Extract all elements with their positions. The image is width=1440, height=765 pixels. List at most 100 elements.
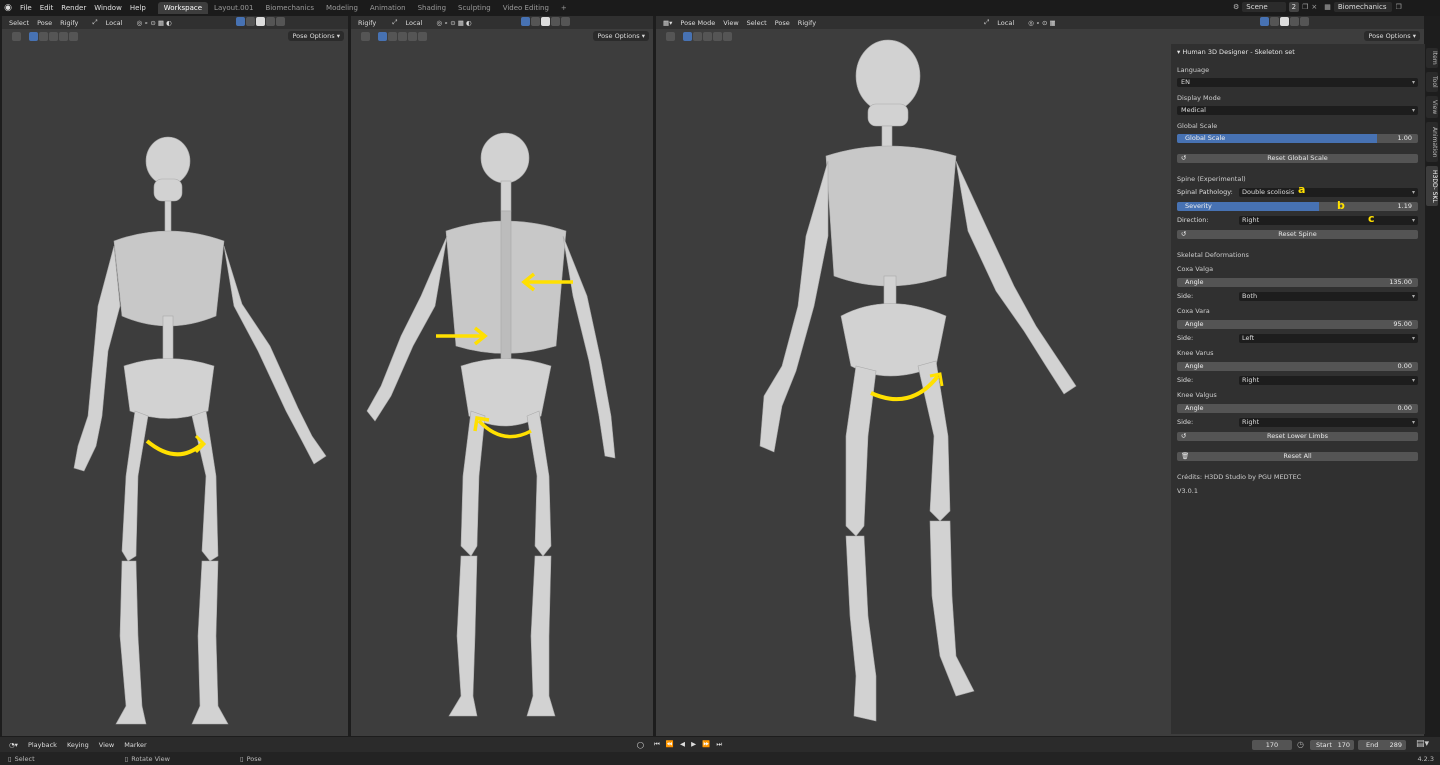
reset-icon: ↺ <box>1181 230 1187 238</box>
menu-keying[interactable]: Keying <box>62 741 94 749</box>
copy-scene-icon[interactable]: ❐ <box>1302 3 1308 11</box>
chevron-down-icon: ▾ <box>1411 79 1415 86</box>
add-workspace-button[interactable]: + <box>555 2 573 14</box>
menu-edit[interactable]: Edit <box>36 4 58 12</box>
coxa-valga-side-row: Side: Both ▾ <box>1177 292 1418 301</box>
knee-valgus-angle-slider[interactable]: Angle 0.00 <box>1177 404 1418 413</box>
tab-shading[interactable]: Shading <box>412 2 452 14</box>
chevron-down-icon: ▾ <box>1411 293 1415 300</box>
direction-dropdown[interactable]: Right ▾ <box>1239 216 1418 225</box>
direction-row: Direction: Right ▾ <box>1177 216 1418 225</box>
menu-window[interactable]: Window <box>90 4 126 12</box>
mouse-left-icon: ▯ <box>8 754 12 763</box>
knee-varus-label: Knee Varus <box>1177 349 1214 357</box>
coxa-vara-side-dropdown[interactable]: Left ▾ <box>1239 334 1418 343</box>
knee-valgus-side-dropdown[interactable]: Right ▾ <box>1239 418 1418 427</box>
end-frame-field[interactable]: End 289 <box>1358 740 1406 750</box>
reset-spine-button[interactable]: ↺ Reset Spine <box>1177 230 1418 239</box>
menu-marker[interactable]: Marker <box>119 741 151 749</box>
tab-h3dd-skl[interactable]: H3DD- SKL <box>1426 166 1438 206</box>
scene-count[interactable]: 2 <box>1288 2 1300 12</box>
global-scale-label: Global Scale <box>1177 122 1218 130</box>
global-scale-slider[interactable]: Global Scale 1.00 <box>1177 134 1418 143</box>
severity-slider[interactable]: Severity 1.19 <box>1177 202 1418 211</box>
spinal-pathology-dropdown[interactable]: Double scoliosis ▾ <box>1239 188 1418 197</box>
blender-logo-icon[interactable]: ◉ <box>0 1 16 15</box>
coxa-vara-angle-slider[interactable]: Angle 95.00 <box>1177 320 1418 329</box>
top-menu-bar: ◉ File Edit Render Window Help Workspace… <box>0 0 1440 16</box>
tab-tool[interactable]: Tool <box>1426 72 1438 92</box>
annotation-a: a <box>1298 183 1306 196</box>
skeletal-section-label: Skeletal Deformations <box>1177 251 1249 259</box>
trash-icon: 🗑 <box>1181 452 1190 460</box>
panel-title[interactable]: ▾ Human 3D Designer - Skeleton set <box>1177 48 1295 56</box>
tab-modeling[interactable]: Modeling <box>320 2 364 14</box>
reset-all-button[interactable]: 🗑 Reset All <box>1177 452 1418 461</box>
clock-icon[interactable]: ◷ <box>1297 740 1304 749</box>
playback-controls[interactable]: ⏮ ⏪ ◀ ▶ ⏩ ⏭ <box>649 740 729 749</box>
knee-valgus-label: Knee Valgus <box>1177 391 1217 399</box>
view-layer-selector[interactable]: Biomechanics <box>1333 2 1393 12</box>
skeleton-back-view <box>366 132 616 717</box>
start-frame-field[interactable]: Start 170 <box>1310 740 1354 750</box>
reset-lower-limbs-button[interactable]: ↺ Reset Lower Limbs <box>1177 432 1418 441</box>
coxa-valga-angle-slider[interactable]: Angle 135.00 <box>1177 278 1418 287</box>
chevron-down-icon: ▾ <box>1411 335 1415 342</box>
timeline-editor-icon[interactable]: ◔▾ <box>4 741 23 749</box>
sidebar-tabs: Item Tool View Animation H3DD- SKL <box>1426 44 1438 244</box>
knee-varus-side-dropdown[interactable]: Right ▾ <box>1239 376 1418 385</box>
skeleton-perspective-view <box>759 39 1077 722</box>
rotation-arrow-annotation <box>145 439 204 457</box>
tab-layout-001[interactable]: Layout.001 <box>208 2 259 14</box>
close-scene-icon[interactable]: × <box>1311 3 1317 11</box>
pose-options-dropdown[interactable]: Pose Options ▾ <box>1364 31 1420 41</box>
viewport-front[interactable]: Select Pose Rigify ⤢ Local ◎ ∘ ⊙ ▦ ◐ Pos… <box>2 16 348 736</box>
timeline-options-icon[interactable]: ▤▾ <box>1416 739 1429 749</box>
tab-animation[interactable]: Animation <box>364 2 412 14</box>
version-text: V3.0.1 <box>1177 487 1198 495</box>
menu-help[interactable]: Help <box>126 4 150 12</box>
h3dd-sidebar-panel: ▾ Human 3D Designer - Skeleton set Langu… <box>1171 44 1425 734</box>
credits-text: Crédits: H3DD Studio by PGU MEDTEC <box>1177 473 1302 481</box>
scene-selector[interactable]: Scene <box>1242 2 1286 12</box>
tab-sculpting[interactable]: Sculpting <box>452 2 497 14</box>
tab-animation[interactable]: Animation <box>1426 122 1438 162</box>
coxa-valga-side-dropdown[interactable]: Both ▾ <box>1239 292 1418 301</box>
knee-varus-side-row: Side: Right ▾ <box>1177 376 1418 385</box>
status-select: Select <box>14 754 35 763</box>
tab-biomechanics[interactable]: Biomechanics <box>259 2 320 14</box>
scene-icon: ⚙ <box>1233 3 1240 11</box>
annotation-b: b <box>1337 199 1345 212</box>
tab-item[interactable]: Item <box>1426 48 1438 68</box>
menu-view[interactable]: View <box>94 741 119 749</box>
chevron-down-icon: ▾ <box>1411 419 1415 426</box>
display-mode-label: Display Mode <box>1177 94 1221 102</box>
autokey-icon[interactable]: ◯ <box>632 741 649 749</box>
mouse-right-icon: ▯ <box>240 754 244 763</box>
language-dropdown[interactable]: EN ▾ <box>1177 78 1418 87</box>
chevron-down-icon: ▾ <box>1411 377 1415 384</box>
tab-workspace[interactable]: Workspace <box>157 2 209 14</box>
current-frame-field[interactable]: 170 <box>1252 740 1292 750</box>
reset-icon: ↺ <box>1181 154 1187 162</box>
knee-varus-angle-slider[interactable]: Angle 0.00 <box>1177 362 1418 371</box>
display-mode-dropdown[interactable]: Medical ▾ <box>1177 106 1418 115</box>
reset-icon: ↺ <box>1181 432 1187 440</box>
tab-view[interactable]: View <box>1426 96 1438 118</box>
status-pose: Pose <box>246 754 262 763</box>
timeline-bar: ◔▾ Playback Keying View Marker ◯ ⏮ ⏪ ◀ ▶… <box>0 737 1440 752</box>
chevron-down-icon: ▾ <box>1411 107 1415 114</box>
chevron-down-icon: ▾ <box>1411 189 1415 196</box>
menu-playback[interactable]: Playback <box>23 741 62 749</box>
tab-video-editing[interactable]: Video Editing <box>497 2 555 14</box>
copy-layer-icon[interactable]: ❐ <box>1395 3 1401 11</box>
skeleton-front-view <box>73 136 327 725</box>
viewport-back[interactable]: Rigify ⤢ Local ◎ ∘ ⊙ ▦ ◐ Pose Options ▾ <box>351 16 653 736</box>
menu-file[interactable]: File <box>16 4 36 12</box>
blender-version: 4.2.3 <box>1417 754 1434 763</box>
spine-section-label: Spine (Experimental) <box>1177 175 1246 183</box>
menu-render[interactable]: Render <box>57 4 90 12</box>
reset-global-scale-button[interactable]: ↺ Reset Global Scale <box>1177 154 1418 163</box>
shading-buttons[interactable] <box>1259 17 1310 28</box>
status-bar: ▯ Select ▯ Rotate View ▯ Pose 4.2.3 <box>0 752 1440 765</box>
